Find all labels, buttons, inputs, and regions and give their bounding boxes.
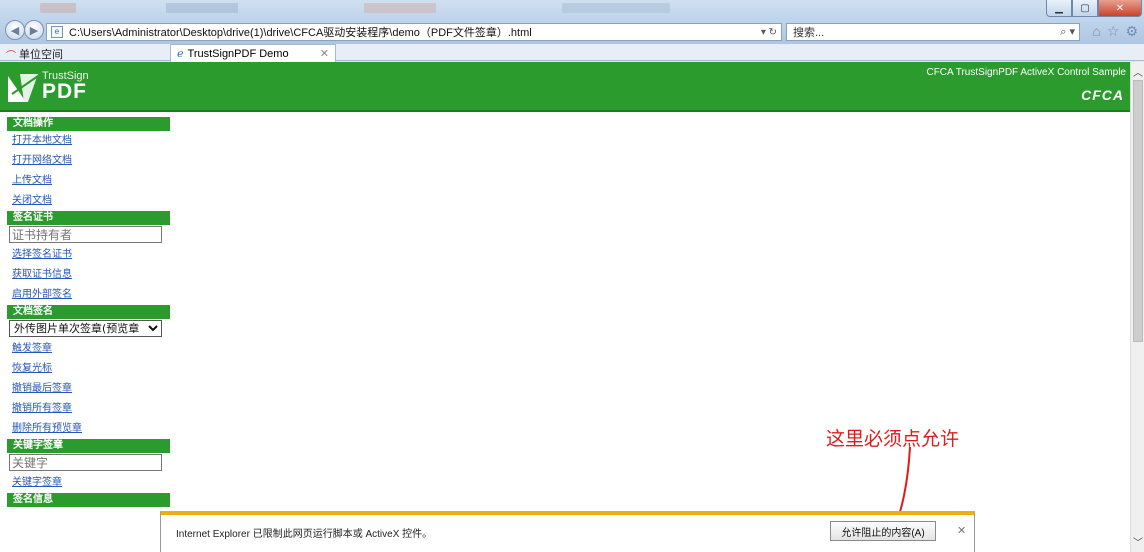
search-placeholder: 搜索... — [793, 27, 825, 39]
keyword-field-wrap — [7, 453, 170, 473]
section-title-doc-ops: 文档操作 — [7, 117, 170, 131]
back-button[interactable]: ◀ — [5, 20, 25, 40]
trustsign-logo-icon — [8, 74, 39, 102]
link-keyword-sign[interactable]: 关键字签章 — [7, 473, 170, 493]
link-trigger-sign[interactable]: 触发签章 — [7, 339, 170, 359]
page-icon: e — [51, 26, 63, 38]
allow-blocked-content-button[interactable]: 允许阻止的内容(A) — [830, 521, 936, 541]
link-delete-preview-seals[interactable]: 删除所有预览章 — [7, 419, 170, 439]
address-bar[interactable]: e C:\Users\Administrator\Desktop\drive(1… — [46, 23, 782, 41]
infobar-message: Internet Explorer 已限制此网页运行脚本或 ActiveX 控件… — [176, 529, 433, 540]
scroll-up-icon[interactable]: ︿ — [1133, 64, 1143, 79]
header-title: CFCA TrustSignPDF ActiveX Control Sample — [926, 67, 1126, 78]
link-open-network-doc[interactable]: 打开网络文档 — [7, 151, 170, 171]
link-upload-doc[interactable]: 上传文档 — [7, 171, 170, 191]
link-undo-last-sign[interactable]: 撤销最后签章 — [7, 379, 170, 399]
ie-icon: ℯ — [177, 48, 184, 60]
link-get-cert-info[interactable]: 获取证书信息 — [7, 265, 170, 285]
section-title-cert: 签名证书 — [7, 211, 170, 225]
section-title-keyword: 关键字签章 — [7, 439, 170, 453]
home-icon[interactable]: ⌂ — [1092, 23, 1100, 40]
settings-gear-icon[interactable]: ⚙ — [1125, 23, 1138, 40]
close-window-button[interactable]: ✕ — [1098, 0, 1142, 17]
scroll-down-icon[interactable]: ﹀ — [1133, 534, 1143, 549]
activex-infobar: Internet Explorer 已限制此网页运行脚本或 ActiveX 控件… — [160, 511, 975, 552]
tab-close-icon[interactable]: ✕ — [320, 47, 329, 60]
window-controls: ▁ ▢ ✕ — [1046, 0, 1142, 17]
search-icon[interactable]: ⌕ ▾ — [1060, 25, 1075, 39]
minimize-button[interactable]: ▁ — [1046, 0, 1072, 17]
sign-mode-field-wrap: 外传图片单次签章(预览章 — [7, 319, 170, 339]
favorite-link[interactable]: ⌒ 单位空间 — [6, 46, 63, 62]
scroll-thumb[interactable] — [1133, 80, 1143, 342]
back-arrow-icon: ◀ — [10, 24, 20, 37]
section-title-sign: 文档签名 — [7, 305, 170, 319]
favorite-icon: ⌒ — [6, 50, 16, 62]
link-enable-external-sign[interactable]: 启用外部签名 — [7, 285, 170, 305]
link-undo-all-signs[interactable]: 撤销所有签章 — [7, 399, 170, 419]
page-header: TrustSign PDF CFCA TrustSignPDF ActiveX … — [0, 62, 1130, 112]
link-open-local-doc[interactable]: 打开本地文档 — [7, 131, 170, 151]
link-close-doc[interactable]: 关闭文档 — [7, 191, 170, 211]
search-input[interactable]: 搜索... ⌕ ▾ — [786, 23, 1080, 41]
cfca-brand-logo: CFCA — [1081, 87, 1124, 103]
sign-mode-select[interactable]: 外传图片单次签章(预览章 — [9, 320, 162, 337]
address-text[interactable]: C:\Users\Administrator\Desktop\drive(1)\… — [69, 24, 532, 40]
background-windows-strip — [40, 3, 940, 13]
forward-arrow-icon: ▶ — [29, 24, 39, 37]
address-tools[interactable]: ▾ ↻ — [761, 27, 781, 38]
cert-holder-input[interactable] — [9, 226, 162, 243]
vertical-scrollbar[interactable]: ︿ ﹀ — [1130, 62, 1144, 552]
section-title-sign-info: 签名信息 — [7, 493, 170, 507]
page-viewport: TrustSign PDF CFCA TrustSignPDF ActiveX … — [0, 62, 1130, 552]
maximize-button[interactable]: ▢ — [1072, 0, 1098, 17]
tab-title: TrustSignPDF Demo — [187, 47, 289, 60]
forward-button[interactable]: ▶ — [24, 20, 44, 40]
link-select-cert[interactable]: 选择签名证书 — [7, 245, 170, 265]
annotation-text: 这里必须点允许 — [826, 428, 960, 450]
favorite-label: 单位空间 — [19, 49, 63, 61]
keyword-input[interactable] — [9, 454, 162, 471]
link-restore-cursor[interactable]: 恢复光标 — [7, 359, 170, 379]
favorites-star-icon[interactable]: ☆ — [1107, 23, 1120, 40]
logo-text-pdf: PDF — [42, 80, 87, 103]
tab-trustsignpdf-demo[interactable]: ℯ TrustSignPDF Demo ✕ — [170, 44, 336, 62]
browser-toolbar-icons: ⌂ ☆ ⚙ — [1092, 23, 1138, 40]
sidebar: 文档操作 打开本地文档 打开网络文档 上传文档 关闭文档 签名证书 选择签名证书… — [7, 117, 170, 552]
cert-holder-field-wrap — [7, 225, 170, 245]
infobar-close-icon[interactable]: ✕ — [957, 524, 966, 537]
